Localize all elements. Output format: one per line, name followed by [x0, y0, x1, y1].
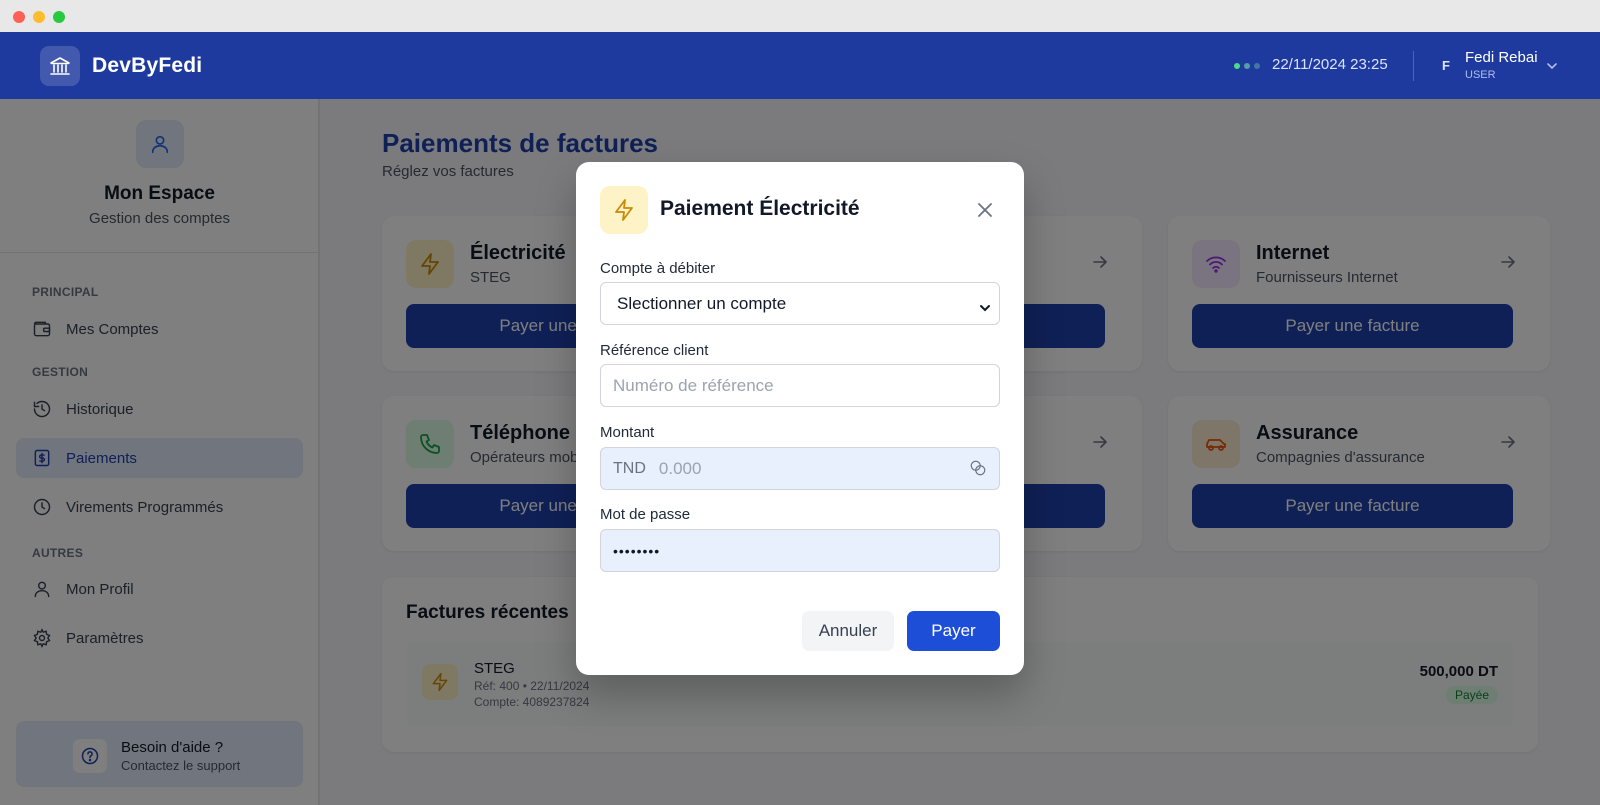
user-avatar[interactable]: F — [1442, 58, 1450, 73]
status-dots-icon — [1234, 63, 1260, 69]
header-datetime: 22/11/2024 23:25 — [1272, 56, 1388, 73]
brand-name[interactable]: DevByFedi — [92, 54, 202, 78]
password-label: Mot de passe — [600, 506, 691, 523]
currency-label: TND — [613, 459, 646, 477]
user-name[interactable]: Fedi Rebai — [1465, 49, 1538, 66]
amount-input[interactable]: TND 0.000 — [600, 447, 1000, 490]
app-header: DevByFedi 22/11/2024 23:25 F Fedi Rebai … — [0, 32, 1600, 99]
lightning-icon — [600, 186, 648, 234]
account-select[interactable]: Slectionner un compte — [600, 282, 1000, 325]
amount-label: Montant — [600, 424, 655, 441]
account-label: Compte à débiter — [600, 260, 716, 277]
bank-logo-icon[interactable] — [40, 46, 80, 86]
account-select-value: Slectionner un compte — [617, 293, 787, 313]
window-close-button[interactable] — [13, 11, 25, 23]
modal-title: Paiement Électricité — [660, 197, 860, 220]
reference-label: Référence client — [600, 342, 709, 359]
window-minimize-button[interactable] — [33, 11, 45, 23]
chevron-down-icon[interactable] — [1546, 59, 1558, 77]
password-input[interactable]: •••••••• — [600, 529, 1000, 572]
close-icon[interactable] — [974, 199, 996, 221]
payment-modal: Paiement Électricité Compte à débiter Sl… — [576, 162, 1024, 675]
amount-placeholder: 0.000 — [658, 458, 702, 478]
cancel-button[interactable]: Annuler — [802, 611, 894, 651]
header-divider — [1413, 51, 1414, 81]
window-zoom-button[interactable] — [53, 11, 65, 23]
chevron-down-icon — [979, 299, 991, 319]
window-titlebar — [0, 0, 1600, 32]
user-role: USER — [1465, 69, 1496, 81]
pay-button[interactable]: Payer — [907, 611, 1000, 651]
reference-input[interactable]: Numéro de référence — [600, 364, 1000, 407]
coins-icon — [969, 459, 987, 482]
